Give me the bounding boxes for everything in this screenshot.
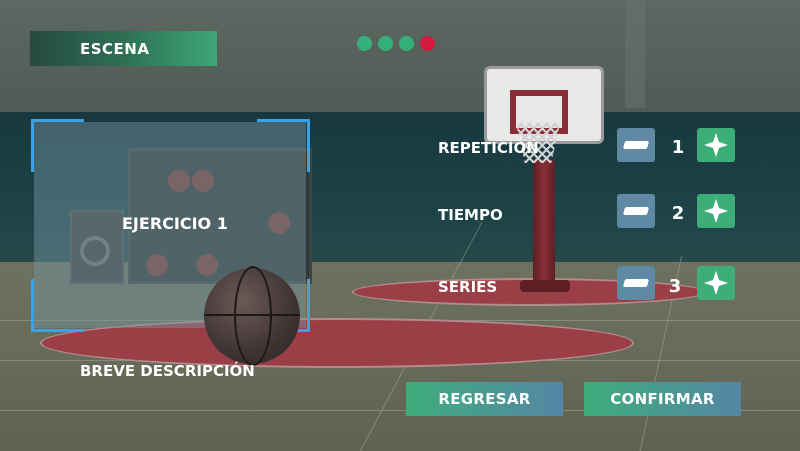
confirm-button-label: CONFIRMAR — [610, 390, 715, 408]
scene-label-text: ESCENA — [80, 39, 150, 58]
back-button[interactable]: REGRESAR — [406, 382, 563, 416]
ceiling-beam — [625, 0, 645, 108]
frame-corner-top-right — [257, 119, 310, 172]
plus-icon — [704, 199, 728, 223]
plus-icon — [704, 133, 728, 157]
time-increase-button[interactable] — [697, 194, 735, 228]
minus-icon — [622, 141, 650, 149]
series-decrease-button[interactable] — [617, 266, 655, 300]
setting-label-repetition: REPETICIÓN — [438, 139, 539, 157]
frame-corner-bottom-left — [31, 279, 84, 332]
series-value: 3 — [668, 276, 682, 297]
time-value: 2 — [671, 203, 685, 224]
game-screen: ESCENA EJERCICIO 1 BREVE DESCRIPCIÓN REP… — [0, 0, 800, 451]
progress-dot-complete — [378, 36, 393, 51]
frame-corner-top-left — [31, 119, 84, 172]
exercise-title: EJERCICIO 1 — [122, 214, 228, 233]
confirm-button[interactable]: CONFIRMAR — [584, 382, 741, 416]
back-button-label: REGRESAR — [438, 390, 531, 408]
series-increase-button[interactable] — [697, 266, 735, 300]
minus-icon — [622, 279, 650, 287]
basketball — [204, 266, 300, 366]
progress-dot-complete — [399, 36, 414, 51]
repetition-decrease-button[interactable] — [617, 128, 655, 162]
repetition-value: 1 — [671, 137, 685, 158]
scene-label: ESCENA — [30, 31, 217, 66]
setting-label-time: TIEMPO — [438, 206, 503, 224]
progress-dots — [357, 36, 435, 51]
progress-dot-current — [420, 36, 435, 51]
hoop-pole — [533, 160, 555, 290]
time-decrease-button[interactable] — [617, 194, 655, 228]
hoop-base — [520, 280, 570, 292]
repetition-increase-button[interactable] — [697, 128, 735, 162]
brief-description-label: BREVE DESCRIPCIÓN — [80, 362, 255, 380]
minus-icon — [622, 207, 650, 215]
ball-seam — [204, 314, 300, 316]
plus-icon — [704, 271, 728, 295]
setting-label-series: SERIES — [438, 278, 498, 296]
ball-seam — [234, 266, 272, 366]
progress-dot-complete — [357, 36, 372, 51]
